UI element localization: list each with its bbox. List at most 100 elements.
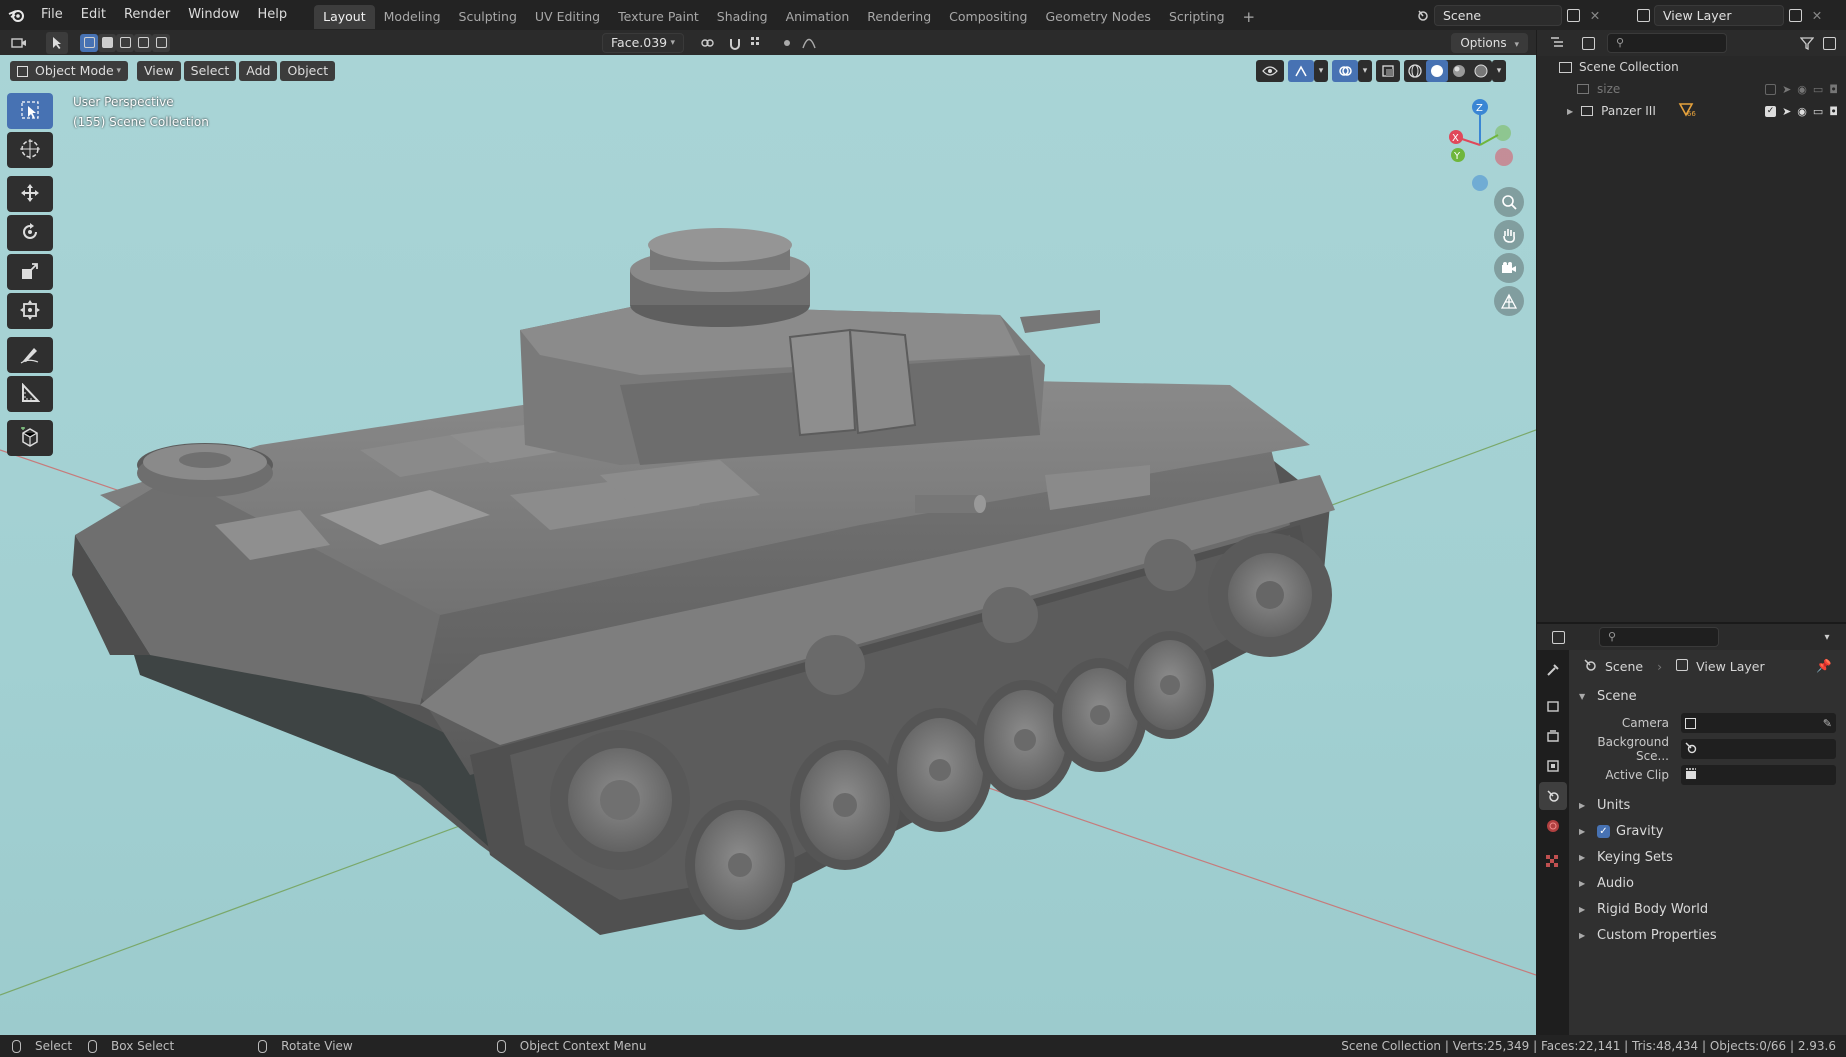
tab-geometry-nodes[interactable]: Geometry Nodes [1037, 5, 1160, 29]
menu-window[interactable]: Window [179, 0, 248, 30]
gizmo-toggle-icon[interactable] [1288, 60, 1314, 82]
tank-model[interactable] [72, 228, 1335, 935]
new-scene-icon[interactable] [1562, 4, 1584, 26]
view-menu[interactable]: View [137, 61, 181, 81]
camera-field[interactable]: ✎ [1681, 713, 1836, 733]
object-menu[interactable]: Object [280, 61, 336, 81]
tab-uv-editing[interactable]: UV Editing [526, 5, 609, 29]
rotate-tool[interactable] [7, 215, 53, 251]
render-tab-icon[interactable] [1539, 692, 1567, 720]
snap-target-icon[interactable] [746, 32, 768, 54]
transform-tool[interactable] [7, 293, 53, 329]
measure-tool[interactable] [7, 376, 53, 412]
eye-icon[interactable]: ◉ [1797, 83, 1807, 96]
select-box-tool[interactable] [7, 93, 53, 129]
view-layer-field[interactable]: View Layer [1654, 4, 1784, 26]
outliner-item-size[interactable]: size ➤ ◉ ▭ ◘ [1537, 78, 1846, 100]
visibility-icon[interactable] [1256, 60, 1284, 82]
ortho-grid-icon[interactable] [1494, 286, 1524, 316]
move-tool[interactable] [7, 176, 53, 212]
menu-render[interactable]: Render [115, 0, 179, 30]
tool-tab-icon[interactable] [1539, 656, 1567, 684]
active-clip-field[interactable] [1681, 765, 1836, 785]
solid-shading-icon[interactable] [1426, 60, 1448, 82]
proportional-editing-icon[interactable] [776, 32, 798, 54]
render-camera-icon[interactable]: ◘ [1829, 83, 1838, 96]
gravity-checkbox[interactable]: ✓ [1597, 824, 1610, 838]
expand-arrow-icon[interactable]: ▶ [1567, 107, 1573, 116]
eyedropper-icon[interactable]: ✎ [1823, 717, 1832, 730]
view-layer-tab-icon[interactable] [1539, 752, 1567, 780]
output-tab-icon[interactable] [1539, 722, 1567, 750]
add-cube-tool[interactable] [7, 420, 53, 456]
scene-collection-row[interactable]: Scene Collection [1537, 56, 1846, 78]
render-camera-icon[interactable]: ◘ [1829, 105, 1838, 118]
snap-icon[interactable] [724, 32, 746, 54]
exclude-checkbox-icon[interactable]: ✓ [1765, 105, 1777, 117]
add-workspace-button[interactable]: + [1234, 5, 1265, 29]
scene-name-field[interactable]: Scene [1434, 4, 1562, 26]
active-object-dropdown[interactable]: Face.039 ▾ [602, 32, 684, 53]
proportional-falloff-icon[interactable] [798, 32, 820, 54]
exclude-checkbox-icon[interactable] [1765, 83, 1777, 95]
outliner-search-input[interactable]: ⚲ [1607, 33, 1727, 53]
select-mode-icon[interactable] [46, 31, 68, 54]
pin-icon[interactable]: 📌 [1816, 658, 1832, 674]
select-extend-icon[interactable] [98, 33, 116, 52]
rendered-shading-icon[interactable] [1470, 60, 1492, 82]
zoom-icon[interactable] [1494, 187, 1524, 217]
menu-file[interactable]: File [32, 0, 72, 30]
units-panel[interactable]: ▶ Units [1569, 792, 1846, 818]
tab-animation[interactable]: Animation [777, 5, 859, 29]
rigid-body-world-panel[interactable]: ▶ Rigid Body World [1569, 896, 1846, 922]
select-arrow-icon[interactable]: ➤ [1782, 105, 1791, 118]
monitor-icon[interactable]: ▭ [1813, 83, 1823, 96]
options-dropdown[interactable]: Options ▾ [1451, 32, 1528, 53]
scene-panel-header[interactable]: ▼ Scene [1569, 682, 1846, 710]
new-collection-icon[interactable] [1818, 32, 1840, 54]
tab-layout[interactable]: Layout [314, 4, 375, 29]
menu-edit[interactable]: Edit [72, 0, 115, 30]
texture-tab-icon[interactable] [1539, 848, 1567, 876]
custom-properties-panel[interactable]: ▶ Custom Properties [1569, 922, 1846, 948]
audio-panel[interactable]: ▶ Audio [1569, 870, 1846, 896]
chevron-down-icon[interactable]: ▾ [1816, 626, 1838, 648]
tab-rendering[interactable]: Rendering [858, 5, 940, 29]
chevron-down-icon[interactable]: ▾ [1492, 60, 1506, 82]
scale-tool[interactable] [7, 254, 53, 290]
blender-logo-icon[interactable] [6, 4, 28, 26]
add-menu[interactable]: Add [239, 61, 278, 81]
select-menu[interactable]: Select [183, 61, 237, 81]
camera-view-icon[interactable] [1494, 253, 1524, 283]
new-view-layer-icon[interactable] [1784, 4, 1806, 26]
tab-sculpting[interactable]: Sculpting [450, 5, 526, 29]
editor-type-icon[interactable] [8, 32, 30, 54]
world-tab-icon[interactable] [1539, 812, 1567, 840]
close-scene-icon[interactable]: ✕ [1584, 4, 1606, 26]
scene-tab-icon[interactable] [1539, 782, 1567, 810]
select-new-icon[interactable] [80, 33, 98, 52]
close-view-layer-icon[interactable]: ✕ [1806, 4, 1828, 26]
keying-sets-panel[interactable]: ▶ Keying Sets [1569, 844, 1846, 870]
object-mode-dropdown[interactable]: Object Mode ▾ [10, 61, 128, 81]
pan-hand-icon[interactable] [1494, 220, 1524, 250]
transform-pivot-icon[interactable] [696, 32, 718, 54]
overlays-icon[interactable] [1332, 60, 1358, 82]
tab-compositing[interactable]: Compositing [940, 5, 1036, 29]
outliner-editor-type-icon[interactable] [1547, 32, 1569, 54]
view-layer-selector-icon[interactable] [1632, 4, 1654, 26]
tab-scripting[interactable]: Scripting [1160, 5, 1234, 29]
tab-texture-paint[interactable]: Texture Paint [609, 5, 708, 29]
scene-selector-icon[interactable] [1412, 4, 1434, 26]
annotate-tool[interactable] [7, 337, 53, 373]
chevron-down-icon[interactable]: ▾ [1314, 60, 1328, 82]
3d-viewport[interactable]: User Perspective (155) Scene Collection … [0, 55, 1536, 1035]
select-subtract-icon[interactable] [116, 33, 134, 52]
tab-modeling[interactable]: Modeling [375, 5, 450, 29]
filter-icon[interactable] [1796, 32, 1818, 54]
select-invert-icon[interactable] [134, 33, 152, 52]
background-scene-field[interactable] [1681, 739, 1836, 759]
chevron-down-icon[interactable]: ▾ [1358, 60, 1372, 82]
outliner-item-panzer[interactable]: ▶ Panzer III 66 ✓ ➤ ◉ ▭ ◘ [1537, 100, 1846, 122]
properties-search-input[interactable]: ⚲ [1599, 627, 1719, 647]
